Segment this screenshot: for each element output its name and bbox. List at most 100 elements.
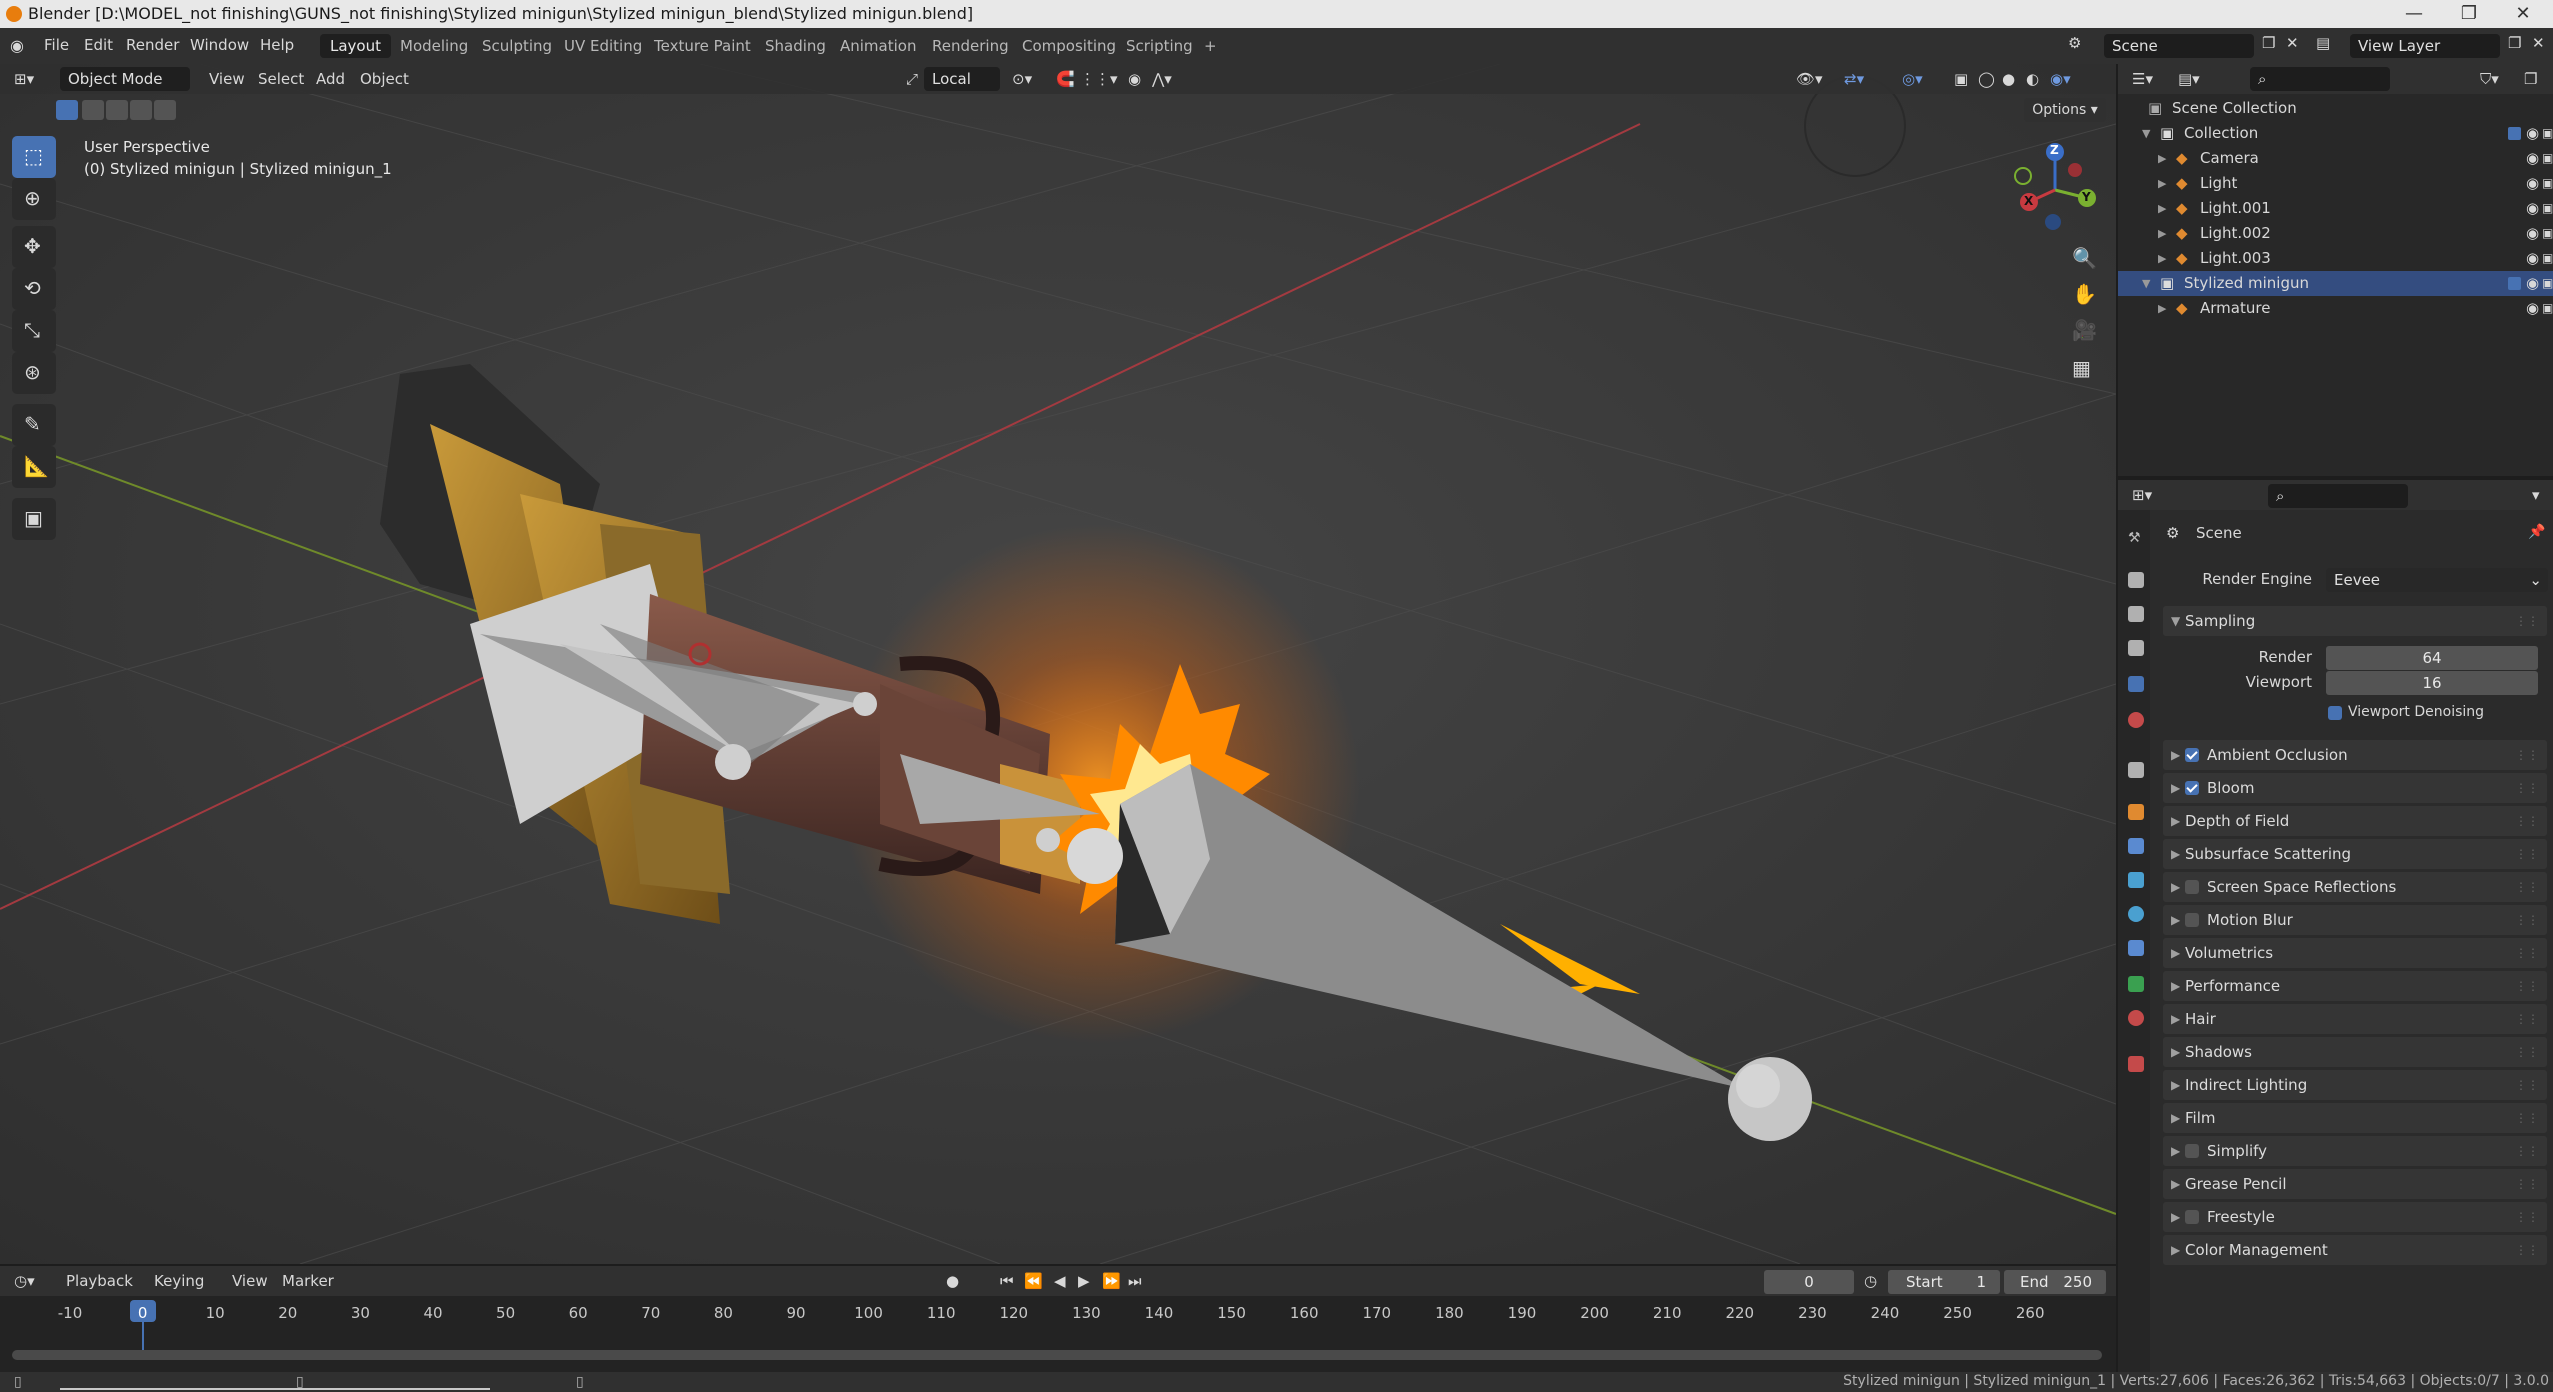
render-toggle-icon[interactable]: ▣: [2542, 196, 2553, 221]
falloff-icon[interactable]: ⋀▾: [1152, 68, 1172, 90]
record-button[interactable]: ●: [946, 1270, 959, 1292]
outliner-row[interactable]: ▶ ◆ Camera ◉ ▣: [2118, 146, 2553, 171]
menu-select[interactable]: Select: [258, 68, 304, 90]
collection-tab-icon[interactable]: [2128, 762, 2144, 778]
panel-hair[interactable]: ▶ Hair ⋮⋮: [2163, 1004, 2547, 1034]
drag-grip-icon[interactable]: ⋮⋮: [2515, 938, 2539, 968]
drag-grip-icon[interactable]: ⋮⋮: [2515, 971, 2539, 1001]
new-collection-icon[interactable]: ❐: [2524, 68, 2537, 90]
options-dropdown[interactable]: Options ▾: [2024, 98, 2106, 122]
panel-color-management[interactable]: ▶ Color Management ⋮⋮: [2163, 1235, 2547, 1265]
filter-icon[interactable]: ⛉▾: [2480, 68, 2499, 90]
overlay-toggle-icon[interactable]: ◎▾: [1902, 68, 1923, 90]
next-keyframe-button[interactable]: ⏩: [1102, 1270, 1121, 1292]
drag-grip-icon[interactable]: ⋮⋮: [2515, 839, 2539, 869]
select-invert-icon[interactable]: [130, 100, 152, 120]
add-cube-tool[interactable]: ▣: [12, 498, 56, 540]
drag-grip-icon[interactable]: ⋮⋮: [2515, 1103, 2539, 1133]
menu-playback[interactable]: Playback: [66, 1270, 133, 1292]
jump-end-button[interactable]: ⏭: [1128, 1270, 1142, 1292]
material-tab-icon[interactable]: [2128, 1010, 2144, 1026]
physics-tab-icon[interactable]: [2128, 906, 2144, 922]
select-subtract-icon[interactable]: [106, 100, 128, 120]
new-scene-icon[interactable]: ❐: [2262, 34, 2275, 52]
3d-viewport[interactable]: [0, 64, 2116, 1264]
outliner-row[interactable]: ▶ ◆ Light.003 ◉ ▣: [2118, 246, 2553, 271]
tab-sculpting[interactable]: Sculpting: [472, 34, 562, 58]
drag-grip-icon[interactable]: ⋮⋮: [2515, 1136, 2539, 1166]
render-toggle-icon[interactable]: ▣: [2542, 121, 2553, 146]
tab-shading[interactable]: Shading: [755, 34, 836, 58]
panel-motion-blur[interactable]: ▶ Motion Blur ⋮⋮: [2163, 905, 2547, 935]
display-mode-icon[interactable]: ▤▾: [2178, 68, 2200, 90]
render-samples-field[interactable]: 64: [2326, 646, 2538, 670]
texture-tab-icon[interactable]: [2128, 1056, 2144, 1072]
outliner-row[interactable]: ▶ ◆ Light.002 ◉ ▣: [2118, 221, 2553, 246]
render-toggle-icon[interactable]: ▣: [2542, 271, 2553, 296]
outliner-row[interactable]: ▶ ◆ Armature ◉ ▣: [2118, 296, 2553, 321]
outliner-search-input[interactable]: ⌕: [2250, 67, 2390, 91]
solid-shading-icon[interactable]: ●: [2002, 68, 2015, 90]
zoom-icon[interactable]: 🔍: [2072, 246, 2097, 270]
drag-grip-icon[interactable]: ⋮⋮: [2515, 606, 2539, 636]
object-tab-icon[interactable]: [2128, 804, 2144, 820]
outliner-row[interactable]: ▼ ▣ Stylized minigun ◉ ▣: [2118, 271, 2553, 296]
eye-icon[interactable]: ◉: [2526, 196, 2539, 221]
panel-indirect-lighting[interactable]: ▶ Indirect Lighting ⋮⋮: [2163, 1070, 2547, 1100]
eye-icon[interactable]: ◉: [2526, 121, 2539, 146]
expanded-arrow-icon[interactable]: ▼: [2142, 271, 2150, 296]
view-layer-selector[interactable]: View Layer: [2350, 34, 2500, 58]
tab-uv-editing[interactable]: UV Editing: [554, 34, 652, 58]
minimize-button[interactable]: —: [2391, 0, 2437, 28]
add-workspace-button[interactable]: +: [1194, 34, 1227, 58]
render-tab-icon[interactable]: [2128, 572, 2144, 588]
panel-film[interactable]: ▶ Film ⋮⋮: [2163, 1103, 2547, 1133]
drag-grip-icon[interactable]: ⋮⋮: [2515, 773, 2539, 803]
drag-grip-icon[interactable]: ⋮⋮: [2515, 1202, 2539, 1232]
tab-rendering[interactable]: Rendering: [922, 34, 1019, 58]
close-button[interactable]: ✕: [2500, 0, 2546, 28]
prev-keyframe-button[interactable]: ⏪: [1024, 1270, 1043, 1292]
outliner-row[interactable]: ▶ ◆ Light.001 ◉ ▣: [2118, 196, 2553, 221]
panel-volumetrics[interactable]: ▶ Volumetrics ⋮⋮: [2163, 938, 2547, 968]
menu-view[interactable]: View: [209, 68, 245, 90]
panel-enable-checkbox[interactable]: [2185, 880, 2199, 894]
current-frame-field[interactable]: 0: [1764, 1270, 1854, 1294]
viewport-denoising-checkbox[interactable]: [2328, 706, 2342, 720]
panel-depth-of-field[interactable]: ▶ Depth of Field ⋮⋮: [2163, 806, 2547, 836]
maximize-button[interactable]: ❐: [2446, 0, 2492, 28]
panel-performance[interactable]: ▶ Performance ⋮⋮: [2163, 971, 2547, 1001]
select-box-tool[interactable]: ⬚: [12, 136, 56, 178]
menu-marker[interactable]: Marker: [282, 1270, 334, 1292]
transform-orientation-selector[interactable]: Local: [924, 67, 1000, 91]
editor-type-icon[interactable]: ⊞▾: [14, 68, 34, 90]
rendered-shading-icon[interactable]: ◉▾: [2050, 68, 2071, 90]
eye-icon[interactable]: ◉: [2526, 271, 2539, 296]
render-toggle-icon[interactable]: ▣: [2542, 246, 2553, 271]
view-layer-tab-icon[interactable]: [2128, 640, 2144, 656]
outliner-row[interactable]: ▶ ◆ Light ◉ ▣: [2118, 171, 2553, 196]
visibility-icon[interactable]: 👁▾: [1796, 68, 1823, 90]
menu-help[interactable]: Help: [260, 36, 294, 54]
outliner-editor-icon[interactable]: ☰▾: [2132, 68, 2153, 90]
eye-icon[interactable]: ◉: [2526, 171, 2539, 196]
pivot-point-icon[interactable]: ⊙▾: [1012, 68, 1032, 90]
panel-freestyle[interactable]: ▶ Freestyle ⋮⋮: [2163, 1202, 2547, 1232]
measure-tool[interactable]: 📐: [12, 446, 56, 488]
tab-scripting[interactable]: Scripting: [1116, 34, 1203, 58]
snap-target-icon[interactable]: ⋮⋮▾: [1080, 68, 1118, 90]
new-view-layer-icon[interactable]: ❐: [2508, 34, 2521, 52]
wireframe-shading-icon[interactable]: ◯: [1978, 68, 1995, 90]
select-intersect-icon[interactable]: [154, 100, 176, 120]
panel-subsurface-scattering[interactable]: ▶ Subsurface Scattering ⋮⋮: [2163, 839, 2547, 869]
menu-file[interactable]: File: [44, 36, 69, 54]
eye-icon[interactable]: ◉: [2526, 296, 2539, 321]
snap-icon[interactable]: 🧲: [1056, 68, 1075, 90]
end-frame-field[interactable]: End 250: [2004, 1270, 2106, 1294]
rotate-tool[interactable]: ⟲: [12, 268, 56, 310]
exclude-checkbox[interactable]: [2508, 277, 2521, 290]
drag-grip-icon[interactable]: ⋮⋮: [2515, 905, 2539, 935]
scale-tool[interactable]: ⤡: [12, 310, 56, 352]
render-toggle-icon[interactable]: ▣: [2542, 221, 2553, 246]
drag-grip-icon[interactable]: ⋮⋮: [2515, 1004, 2539, 1034]
